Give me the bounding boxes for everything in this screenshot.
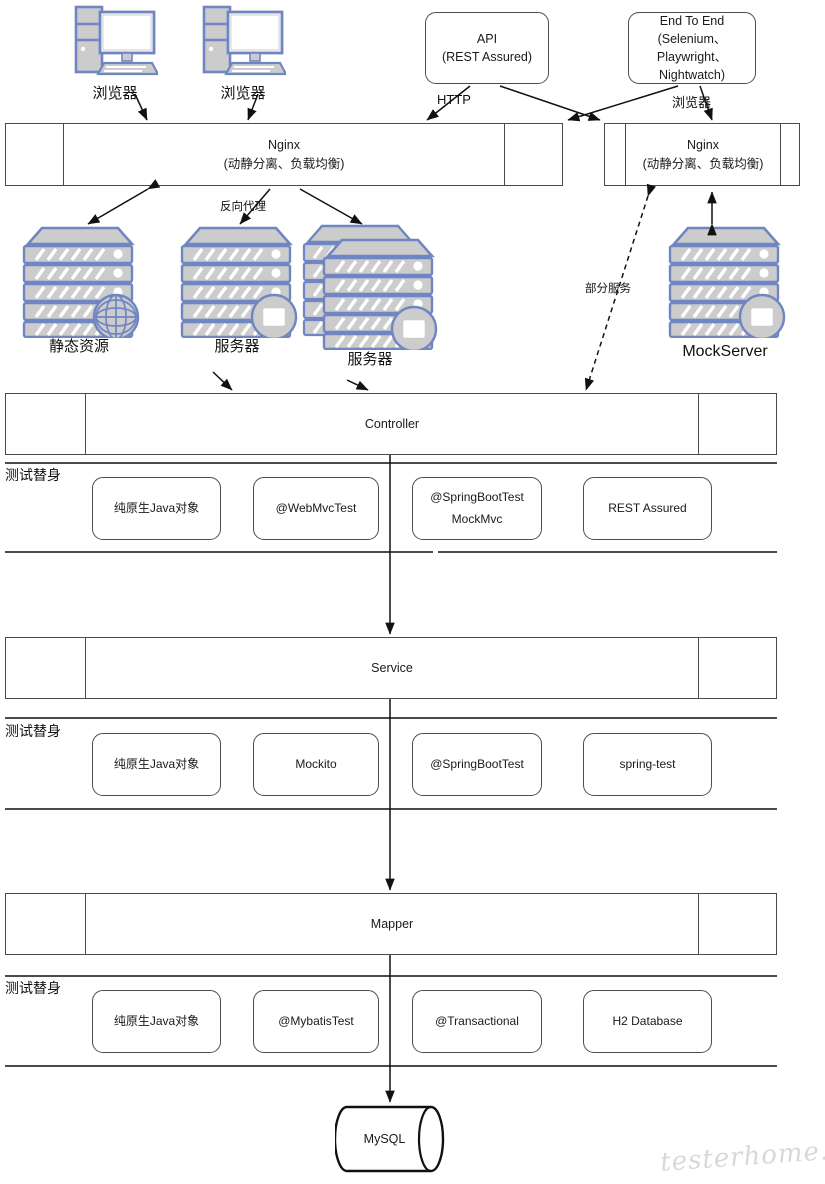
service-label: Service: [371, 660, 413, 675]
mapper-band-bottom-rule: [5, 1065, 777, 1067]
double-transactional: @Transactional: [412, 990, 542, 1053]
double-label-line-2: MockMvc: [451, 512, 503, 526]
e2e-test-line-3: Playwright、: [656, 50, 728, 64]
mapper-right-cell: [698, 894, 776, 954]
double-label: REST Assured: [608, 500, 687, 515]
double-label-line-1: @SpringBootTest: [430, 489, 524, 504]
double-springboottest: @SpringBootTest: [412, 733, 542, 796]
mapper-left-cell: [6, 894, 86, 954]
server-node-1-label: 服务器: [214, 338, 260, 355]
double-springboottest-mockmvc: @SpringBootTest MockMvc: [412, 477, 542, 540]
service-band-bottom-rule: [5, 808, 777, 810]
edge-label-reverse-proxy: 反向代理: [220, 201, 266, 213]
double-webmvctest: @WebMvcTest: [253, 477, 379, 540]
controller-left-cell: [6, 394, 86, 454]
mapper-label: Mapper: [370, 916, 414, 931]
nginx-right-left-cell: [605, 124, 626, 185]
double-label: spring-test: [619, 756, 676, 771]
double-spring-test: spring-test: [583, 733, 712, 796]
monitor-icon: [250, 293, 298, 341]
nginx-right-subtitle: (动静分离、负载均衡): [642, 156, 764, 171]
architecture-diagram: 浏览器 浏览器 API (REST Assured) End To End (S…: [0, 0, 825, 1184]
edge-label-http: HTTP: [437, 92, 471, 107]
server-node-2-label: 服务器: [347, 351, 393, 368]
desktop-computer-icon: [202, 5, 288, 76]
nginx-left-bar: Nginx (动静分离、负载均衡): [5, 123, 563, 186]
nginx-right-content: Nginx (动静分离、负载均衡): [626, 124, 780, 185]
mysql-node: MySQL: [333, 1105, 450, 1173]
double-label: 纯原生Java对象: [113, 1013, 200, 1028]
service-right-cell: [698, 638, 776, 698]
browser-node-2-label: 浏览器: [220, 85, 266, 102]
mysql-label: MySQL: [363, 1132, 406, 1146]
service-band-top-rule: [5, 717, 777, 719]
controller-right-cell: [698, 394, 776, 454]
e2e-test-line-1: End To End: [659, 13, 725, 28]
controller-band-top-rule: [5, 462, 777, 464]
e2e-test-node: End To End (Selenium、 Playwright、 Nightw…: [628, 12, 756, 84]
nginx-right-title: Nginx: [687, 137, 719, 152]
double-label: H2 Database: [612, 1013, 683, 1028]
server-rack-icon: [668, 226, 786, 341]
api-test-node: API (REST Assured): [425, 12, 549, 84]
server-node-1: 服务器: [172, 218, 302, 363]
nginx-left-subtitle: (动静分离、负载均衡): [223, 156, 345, 171]
e2e-test-line-2: (Selenium、: [657, 31, 727, 46]
server-rack-icon: [180, 226, 298, 341]
double-h2-database: H2 Database: [583, 990, 712, 1053]
static-resource-label: 静态资源: [48, 338, 109, 355]
edge-label-browser: 浏览器: [672, 95, 712, 110]
desktop-computer-icon: [74, 5, 160, 76]
double-rest-assured: REST Assured: [583, 477, 712, 540]
double-plain-java-object-controller: 纯原生Java对象: [92, 477, 221, 540]
double-mockito: Mockito: [253, 733, 379, 796]
e2e-test-line-4: Nightwatch): [658, 68, 725, 83]
controller-label: Controller: [364, 416, 420, 431]
controller-band-label: 测试替身: [5, 467, 61, 483]
controller-band-bottom-rule-left: [5, 551, 433, 553]
monitor-icon: [738, 293, 786, 341]
server-node-2: 服务器: [300, 218, 440, 373]
mock-server-label: MockServer: [682, 343, 768, 360]
browser-node-1-label: 浏览器: [92, 85, 138, 102]
mapper-band-label: 测试替身: [5, 980, 61, 996]
double-plain-java-object-mapper: 纯原生Java对象: [92, 990, 221, 1053]
double-label: 纯原生Java对象: [113, 756, 200, 771]
controller-bar: Controller: [5, 393, 777, 455]
nginx-right-bar: Nginx (动静分离、负载均衡): [604, 123, 800, 186]
api-test-line-2: (REST Assured): [441, 50, 533, 64]
service-bar: Service: [5, 637, 777, 699]
edge-label-partial-service: 部分服务: [585, 283, 631, 295]
mapper-bar: Mapper: [5, 893, 777, 955]
nginx-left-title: Nginx: [268, 137, 300, 152]
double-mybatistest: @MybatisTest: [253, 990, 379, 1053]
double-label: @MybatisTest: [278, 1013, 354, 1028]
double-label: @WebMvcTest: [275, 500, 357, 515]
globe-icon: [92, 293, 140, 341]
controller-band-bottom-rule-right: [438, 551, 777, 553]
mock-server-node: MockServer: [660, 218, 790, 373]
static-resource-node: 静态资源: [14, 218, 144, 363]
server-rack-icon: [302, 224, 438, 353]
watermark: testerhome.com: [659, 1132, 825, 1178]
double-plain-java-object-service: 纯原生Java对象: [92, 733, 221, 796]
nginx-left-content: Nginx (动静分离、负载均衡): [64, 124, 504, 185]
double-label: 纯原生Java对象: [113, 500, 200, 515]
api-test-line-1: API: [476, 31, 498, 46]
double-label: @Transactional: [435, 1013, 519, 1028]
server-rack-icon: [22, 226, 140, 341]
double-label: Mockito: [295, 756, 337, 771]
nginx-left-right-cell: [504, 124, 562, 185]
nginx-left-cell: [6, 124, 64, 185]
mapper-band-top-rule: [5, 975, 777, 977]
browser-node-2: 浏览器: [200, 4, 288, 109]
monitor-icon: [390, 305, 438, 353]
nginx-right-right-cell: [780, 124, 799, 185]
service-left-cell: [6, 638, 86, 698]
service-band-label: 测试替身: [5, 723, 61, 739]
browser-node-1: 浏览器: [72, 4, 160, 109]
double-label: @SpringBootTest: [430, 756, 524, 771]
